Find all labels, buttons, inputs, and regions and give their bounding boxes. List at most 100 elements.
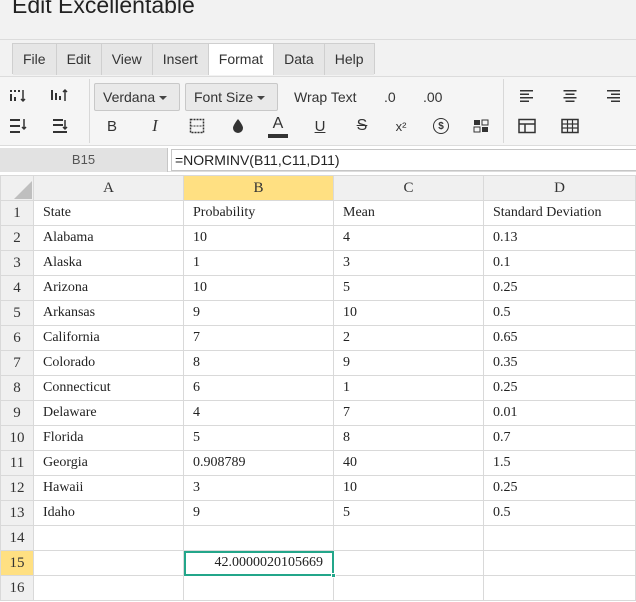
fill-color-icon[interactable]: [225, 114, 251, 138]
superscript-button[interactable]: x²: [388, 114, 414, 138]
cell-d9[interactable]: 0.01: [483, 400, 636, 426]
cell-reference-box[interactable]: B15: [0, 148, 168, 172]
cell-b13[interactable]: 9: [183, 500, 334, 526]
line-height-icon[interactable]: [6, 114, 32, 138]
cell-c1[interactable]: Mean: [333, 200, 484, 226]
increase-decimal-button[interactable]: .00: [423, 85, 442, 109]
cell-b7[interactable]: 8: [183, 350, 334, 376]
cell-a11[interactable]: Georgia: [33, 450, 184, 476]
row-header[interactable]: 1: [0, 200, 34, 226]
cell-d6[interactable]: 0.65: [483, 325, 636, 351]
cell-d4[interactable]: 0.25: [483, 275, 636, 301]
cell-c2[interactable]: 4: [333, 225, 484, 251]
fill-handle[interactable]: [331, 573, 336, 578]
wrap-text-button[interactable]: Wrap Text: [294, 85, 357, 109]
cell-d14[interactable]: [483, 525, 636, 551]
row-header[interactable]: 9: [0, 400, 34, 426]
row-header[interactable]: 4: [0, 275, 34, 301]
cell-c15[interactable]: [333, 550, 484, 576]
cell-d13[interactable]: 0.5: [483, 500, 636, 526]
menu-insert[interactable]: Insert: [152, 44, 209, 75]
cell-a4[interactable]: Arizona: [33, 275, 184, 301]
column-header-c[interactable]: C: [333, 175, 484, 201]
cell-c14[interactable]: [333, 525, 484, 551]
cell-a2[interactable]: Alabama: [33, 225, 184, 251]
cell-c4[interactable]: 5: [333, 275, 484, 301]
font-size-dropdown[interactable]: Font Size: [185, 83, 278, 111]
table-grid-icon[interactable]: [557, 114, 583, 138]
cell-c16[interactable]: [333, 575, 484, 601]
cell-b11[interactable]: 0.908789: [183, 450, 334, 476]
cell-b8[interactable]: 6: [183, 375, 334, 401]
row-header[interactable]: 13: [0, 500, 34, 526]
row-header[interactable]: 2: [0, 225, 34, 251]
cell-b12[interactable]: 3: [183, 475, 334, 501]
cell-b10[interactable]: 5: [183, 425, 334, 451]
cell-a13[interactable]: Idaho: [33, 500, 184, 526]
cell-d15[interactable]: [483, 550, 636, 576]
cell-c10[interactable]: 8: [333, 425, 484, 451]
merge-cells-icon[interactable]: [514, 114, 540, 138]
cell-a12[interactable]: Hawaii: [33, 475, 184, 501]
cell-a7[interactable]: Colorado: [33, 350, 184, 376]
cell-a5[interactable]: Arkansas: [33, 300, 184, 326]
column-header-b[interactable]: B: [183, 175, 334, 201]
cell-a3[interactable]: Alaska: [33, 250, 184, 276]
cell-d8[interactable]: 0.25: [483, 375, 636, 401]
conditional-format-icon[interactable]: [468, 114, 494, 138]
cell-d7[interactable]: 0.35: [483, 350, 636, 376]
cell-a6[interactable]: California: [33, 325, 184, 351]
cell-c3[interactable]: 3: [333, 250, 484, 276]
cell-d5[interactable]: 0.5: [483, 300, 636, 326]
cell-a16[interactable]: [33, 575, 184, 601]
cell-d11[interactable]: 1.5: [483, 450, 636, 476]
indent-icon[interactable]: [6, 84, 32, 108]
wrap-lines-icon[interactable]: [47, 114, 73, 138]
menu-file[interactable]: File: [13, 44, 57, 75]
cell-d2[interactable]: 0.13: [483, 225, 636, 251]
text-color-button[interactable]: A: [265, 112, 291, 140]
cell-c13[interactable]: 5: [333, 500, 484, 526]
menu-edit[interactable]: Edit: [56, 44, 102, 75]
cell-b9[interactable]: 4: [183, 400, 334, 426]
decrease-decimal-button[interactable]: .0: [384, 85, 396, 109]
cell-c5[interactable]: 10: [333, 300, 484, 326]
cell-d3[interactable]: 0.1: [483, 250, 636, 276]
row-header[interactable]: 7: [0, 350, 34, 376]
cell-c12[interactable]: 10: [333, 475, 484, 501]
row-header[interactable]: 3: [0, 250, 34, 276]
column-header-d[interactable]: D: [483, 175, 636, 201]
formula-input[interactable]: [171, 149, 636, 171]
border-icon[interactable]: [184, 114, 210, 138]
cell-a15[interactable]: [33, 550, 184, 576]
menu-help[interactable]: Help: [324, 44, 374, 75]
cell-a1[interactable]: State: [33, 200, 184, 226]
row-header[interactable]: 16: [0, 575, 34, 601]
cell-b1[interactable]: Probability: [183, 200, 334, 226]
cell-b16[interactable]: [183, 575, 334, 601]
row-header[interactable]: 10: [0, 425, 34, 451]
cell-d10[interactable]: 0.7: [483, 425, 636, 451]
menu-view[interactable]: View: [101, 44, 153, 75]
cell-b15[interactable]: 42.0000020105669: [183, 550, 336, 578]
align-center-icon[interactable]: [557, 84, 583, 108]
cell-c11[interactable]: 40: [333, 450, 484, 476]
currency-button[interactable]: $: [428, 114, 454, 138]
cell-d16[interactable]: [483, 575, 636, 601]
row-header[interactable]: 14: [0, 525, 34, 551]
cell-b2[interactable]: 10: [183, 225, 334, 251]
cell-a10[interactable]: Florida: [33, 425, 184, 451]
menu-data[interactable]: Data: [274, 44, 325, 75]
cell-d12[interactable]: 0.25: [483, 475, 636, 501]
cell-c6[interactable]: 2: [333, 325, 484, 351]
bold-button[interactable]: B: [99, 114, 125, 138]
underline-button[interactable]: U: [307, 114, 333, 138]
row-header[interactable]: 15: [0, 550, 34, 576]
cell-b5[interactable]: 9: [183, 300, 334, 326]
column-header-a[interactable]: A: [33, 175, 184, 201]
font-family-dropdown[interactable]: Verdana: [94, 83, 180, 111]
align-right-icon[interactable]: [600, 84, 626, 108]
italic-button[interactable]: I: [142, 114, 168, 138]
align-left-icon[interactable]: [514, 84, 540, 108]
cell-a8[interactable]: Connecticut: [33, 375, 184, 401]
